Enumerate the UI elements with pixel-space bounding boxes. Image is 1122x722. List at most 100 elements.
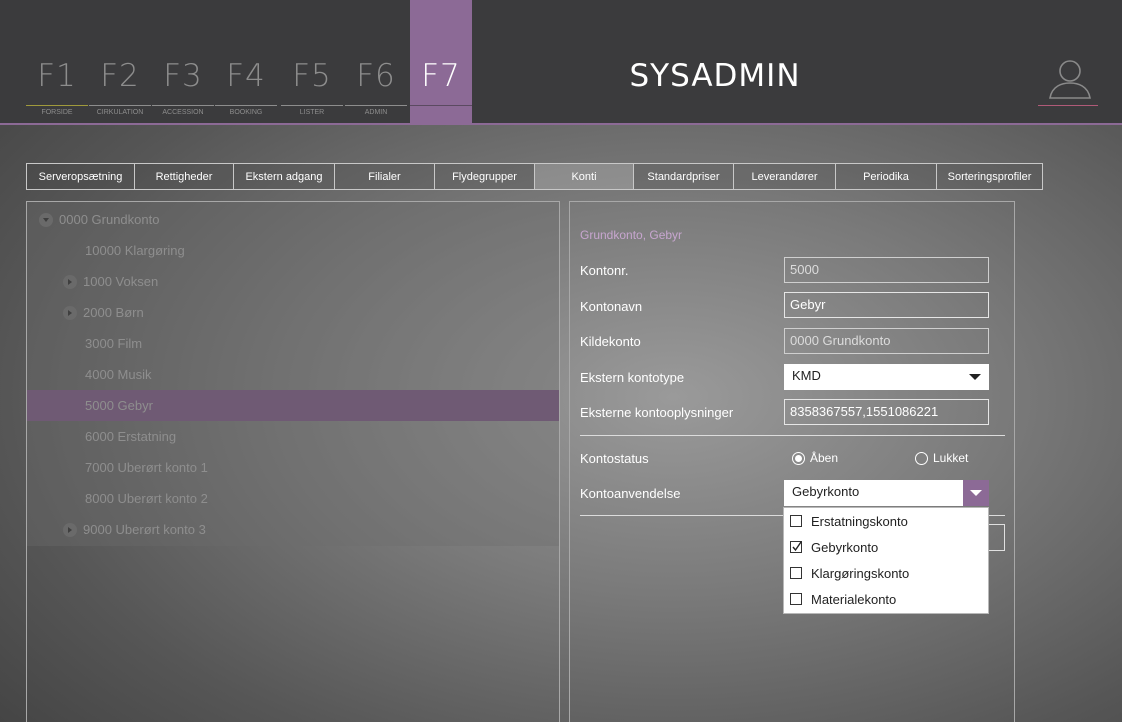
fkey-f1[interactable]: F1 FORSIDE — [26, 0, 88, 125]
tab-filialer[interactable]: Filialer — [334, 163, 435, 190]
tree-item-label: 9000 Uberørt konto 3 — [83, 522, 206, 537]
fkey-label: CIRKULATION — [89, 105, 151, 120]
select-value: KMD — [792, 368, 821, 383]
fkey-number: F4 — [226, 58, 266, 94]
tab-konti[interactable]: Konti — [534, 163, 634, 190]
checkbox-unchecked-icon[interactable] — [790, 593, 802, 605]
tree-item[interactable]: 7000 Uberørt konto 1 — [27, 452, 559, 483]
chevron-down-icon — [970, 490, 982, 496]
tree-item[interactable]: 10000 Klargøring — [27, 235, 559, 266]
radio-label: Lukket — [933, 451, 969, 465]
user-underline — [1038, 105, 1098, 106]
option-label: Erstatningskonto — [811, 513, 908, 529]
option-label: Materialekonto — [811, 591, 897, 607]
expand-icon[interactable] — [63, 274, 77, 289]
account-detail-panel: Grundkonto, Gebyr Kontonr. 5000 Kontonav… — [569, 201, 1015, 722]
fkey-f5[interactable]: F5 LISTER — [281, 0, 343, 125]
checkbox-checked-icon[interactable] — [790, 541, 802, 553]
tree-item-label: 4000 Musik — [85, 367, 152, 382]
tree-item[interactable]: 1000 Voksen — [27, 266, 559, 297]
expand-icon[interactable] — [63, 305, 77, 320]
tree-item[interactable]: 9000 Uberørt konto 3 — [27, 514, 559, 545]
expand-icon[interactable] — [63, 522, 77, 537]
fkey-f2[interactable]: F2 CIRKULATION — [89, 0, 151, 125]
option-label: Klargøringskonto — [811, 565, 910, 581]
checkbox-unchecked-icon[interactable] — [790, 567, 802, 579]
radio-label: Åben — [810, 451, 839, 465]
ekstern-kontotype-select[interactable]: KMD — [784, 364, 989, 390]
collapse-icon[interactable] — [39, 212, 53, 227]
tab-sorteringsprofiler[interactable]: Sorteringsprofiler — [936, 163, 1043, 190]
account-tree-panel: 0000 Grundkonto 10000 Klargøring 1000 Vo… — [26, 201, 560, 722]
dropdown-option[interactable]: Gebyrkonto — [784, 534, 988, 560]
radio-aaben[interactable]: Åben — [792, 451, 838, 465]
tab-periodika[interactable]: Periodika — [835, 163, 937, 190]
fkey-number: F7 — [421, 58, 461, 94]
eksterne-kontooplysninger-label: Eksterne kontooplysninger — [580, 405, 734, 420]
tree-item-label: 7000 Uberørt konto 1 — [85, 460, 208, 475]
kildekonto-label: Kildekonto — [580, 334, 641, 349]
dropdown-option[interactable]: Klargøringskonto — [784, 560, 988, 586]
tab-standardpriser[interactable]: Standardpriser — [633, 163, 734, 190]
fkey-number: F5 — [292, 58, 332, 94]
eksterne-kontooplysninger-field[interactable]: 8358367557,1551086221 — [784, 399, 989, 425]
tab-ekstern-adgang[interactable]: Ekstern adgang — [233, 163, 335, 190]
tree-item-label: 3000 Film — [85, 336, 143, 351]
kontoanvendelse-dropdown: Erstatningskonto Gebyrkonto Klargøringsk… — [783, 507, 989, 614]
dropdown-button[interactable] — [963, 480, 989, 506]
tab-bar: Serveropsætning Rettigheder Ekstern adga… — [26, 163, 1043, 190]
tree-item-selected[interactable]: 5000 Gebyr — [27, 390, 559, 421]
radio-unselected-icon — [915, 451, 928, 465]
fkey-number: F3 — [163, 58, 203, 94]
detail-title: Grundkonto, Gebyr — [580, 228, 683, 242]
page-title: SYSADMIN — [629, 58, 801, 94]
option-label: Gebyrkonto — [811, 539, 879, 555]
fkey-number: F2 — [100, 58, 140, 94]
fkey-label: ACCESSION — [152, 105, 214, 120]
tree-item-label: 5000 Gebyr — [85, 398, 153, 413]
tree-item[interactable]: 2000 Børn — [27, 297, 559, 328]
top-bar: F1 FORSIDE F2 CIRKULATION F3 ACCESSION F… — [0, 0, 1122, 125]
tab-serveropsaetning[interactable]: Serveropsætning — [26, 163, 135, 190]
radio-lukket[interactable]: Lukket — [915, 451, 968, 465]
fkey-f4[interactable]: F4 BOOKING — [215, 0, 277, 125]
radio-selected-icon — [792, 451, 805, 465]
tree-item[interactable]: 0000 Grundkonto — [27, 204, 559, 235]
kildekonto-field[interactable]: 0000 Grundkonto — [784, 328, 989, 354]
fkey-label — [410, 105, 472, 120]
tree-item-label: 6000 Erstatning — [85, 429, 177, 444]
tree-item-label: 8000 Uberørt konto 2 — [85, 491, 208, 506]
tree-item[interactable]: 4000 Musik — [27, 359, 559, 390]
tree-item[interactable]: 8000 Uberørt konto 2 — [27, 483, 559, 514]
tree-item[interactable]: 6000 Erstatning — [27, 421, 559, 452]
tab-leverandorer[interactable]: Leverandører — [733, 163, 836, 190]
kontoanvendelse-select[interactable]: Gebyrkonto — [784, 480, 989, 506]
fkey-number: F6 — [356, 58, 396, 94]
tab-rettigheder[interactable]: Rettigheder — [134, 163, 234, 190]
user-icon[interactable] — [1040, 56, 1100, 108]
fkey-label: ADMIN — [345, 105, 407, 120]
dropdown-option[interactable]: Materialekonto — [784, 586, 988, 612]
kontoanvendelse-label: Kontoanvendelse — [580, 486, 681, 501]
fkey-label: LISTER — [281, 105, 343, 120]
account-tree: 0000 Grundkonto 10000 Klargøring 1000 Vo… — [27, 202, 559, 546]
tab-flydegrupper[interactable]: Flydegrupper — [434, 163, 535, 190]
fkey-f7[interactable]: F7 — [410, 0, 472, 125]
tree-item-label: 0000 Grundkonto — [59, 212, 160, 227]
kontonr-field[interactable]: 5000 — [784, 257, 989, 283]
fkey-label: BOOKING — [215, 105, 277, 120]
tree-item-label: 1000 Voksen — [83, 274, 159, 289]
divider — [580, 435, 1005, 436]
fkey-number: F1 — [37, 58, 77, 94]
kontostatus-label: Kontostatus — [580, 451, 649, 466]
tree-item[interactable]: 3000 Film — [27, 328, 559, 359]
tree-item-label: 2000 Børn — [83, 305, 144, 320]
kontonr-label: Kontonr. — [580, 263, 629, 278]
fkey-f6[interactable]: F6 ADMIN — [345, 0, 407, 125]
fkey-f3[interactable]: F3 ACCESSION — [152, 0, 214, 125]
dropdown-option[interactable]: Erstatningskonto — [784, 508, 988, 534]
kontonavn-label: Kontonavn — [580, 299, 643, 314]
checkbox-unchecked-icon[interactable] — [790, 515, 802, 527]
chevron-down-icon — [969, 374, 981, 380]
kontonavn-field[interactable]: Gebyr — [784, 292, 989, 318]
